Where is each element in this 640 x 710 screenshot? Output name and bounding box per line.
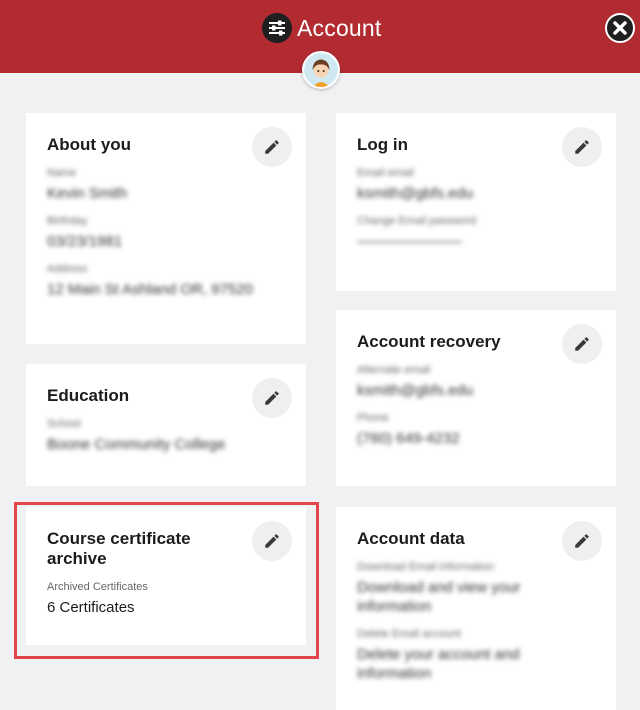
email-label: Email email	[357, 167, 414, 179]
name-label: Name	[47, 167, 77, 179]
edit-log-in-button[interactable]	[562, 127, 602, 167]
alternate-email-value: ksmith@gbfs.edu	[357, 382, 474, 399]
pencil-icon	[575, 534, 589, 548]
address-value: 12 Main St Ashland OR, 97520	[47, 281, 253, 298]
account-recovery-title: Account recovery	[357, 332, 501, 351]
address-label: Address	[47, 263, 88, 275]
pencil-icon	[265, 391, 279, 405]
edit-certificates-button[interactable]	[252, 521, 292, 561]
name-value: Kevin Smith	[47, 185, 128, 202]
page-title: Account	[297, 14, 382, 41]
certificate-archive-card: Course certificate archive Archived Cert…	[26, 507, 306, 645]
education-title: Education	[47, 386, 130, 405]
edit-about-button[interactable]	[252, 127, 292, 167]
school-value: Boone Community College	[47, 436, 226, 453]
phone-label: Phone	[357, 412, 389, 424]
archived-certificates-label: Archived Certificates	[47, 581, 148, 593]
sliders-icon	[262, 13, 292, 43]
school-label: School	[47, 418, 81, 430]
pencil-icon	[265, 140, 279, 154]
delete-value: Delete your account and information	[357, 646, 520, 682]
log-in-title: Log in	[357, 135, 408, 154]
download-value: Download and view your information	[357, 579, 521, 615]
pencil-icon	[575, 140, 589, 154]
about-you-card: About you Name Kevin Smith Birthday 03/2…	[26, 113, 306, 344]
archived-certificates-value: 6 Certificates	[47, 599, 135, 616]
pencil-icon	[265, 534, 279, 548]
delete-label: Delete Email account	[357, 628, 461, 640]
password-label: Change Email password	[357, 215, 477, 227]
close-button[interactable]	[605, 13, 635, 43]
certificate-archive-title: Course certificate archive	[47, 529, 191, 568]
account-data-card: Account data Download Email information …	[336, 507, 616, 710]
log-in-card: Log in Email email ksmith@gbfs.edu Chang…	[336, 113, 616, 291]
edit-education-button[interactable]	[252, 378, 292, 418]
account-data-title: Account data	[357, 529, 465, 548]
about-you-title: About you	[47, 135, 132, 154]
close-icon	[613, 21, 627, 35]
header-title-group: Account	[262, 12, 382, 44]
edit-account-data-button[interactable]	[562, 521, 602, 561]
password-value: ———————	[357, 233, 462, 250]
download-label: Download Email information	[357, 561, 494, 573]
account-recovery-card: Account recovery Alternate email ksmith@…	[336, 310, 616, 486]
pencil-icon	[575, 337, 589, 351]
avatar[interactable]	[302, 51, 340, 89]
education-card: Education School Boone Community College	[26, 364, 306, 486]
alternate-email-label: Alternate email	[357, 364, 431, 376]
edit-recovery-button[interactable]	[562, 324, 602, 364]
email-value: ksmith@gbfs.edu	[357, 185, 474, 202]
birthday-value: 03/23/1981	[47, 233, 123, 250]
birthday-label: Birthday	[47, 215, 88, 227]
phone-value: (760) 649-4232	[357, 430, 460, 447]
